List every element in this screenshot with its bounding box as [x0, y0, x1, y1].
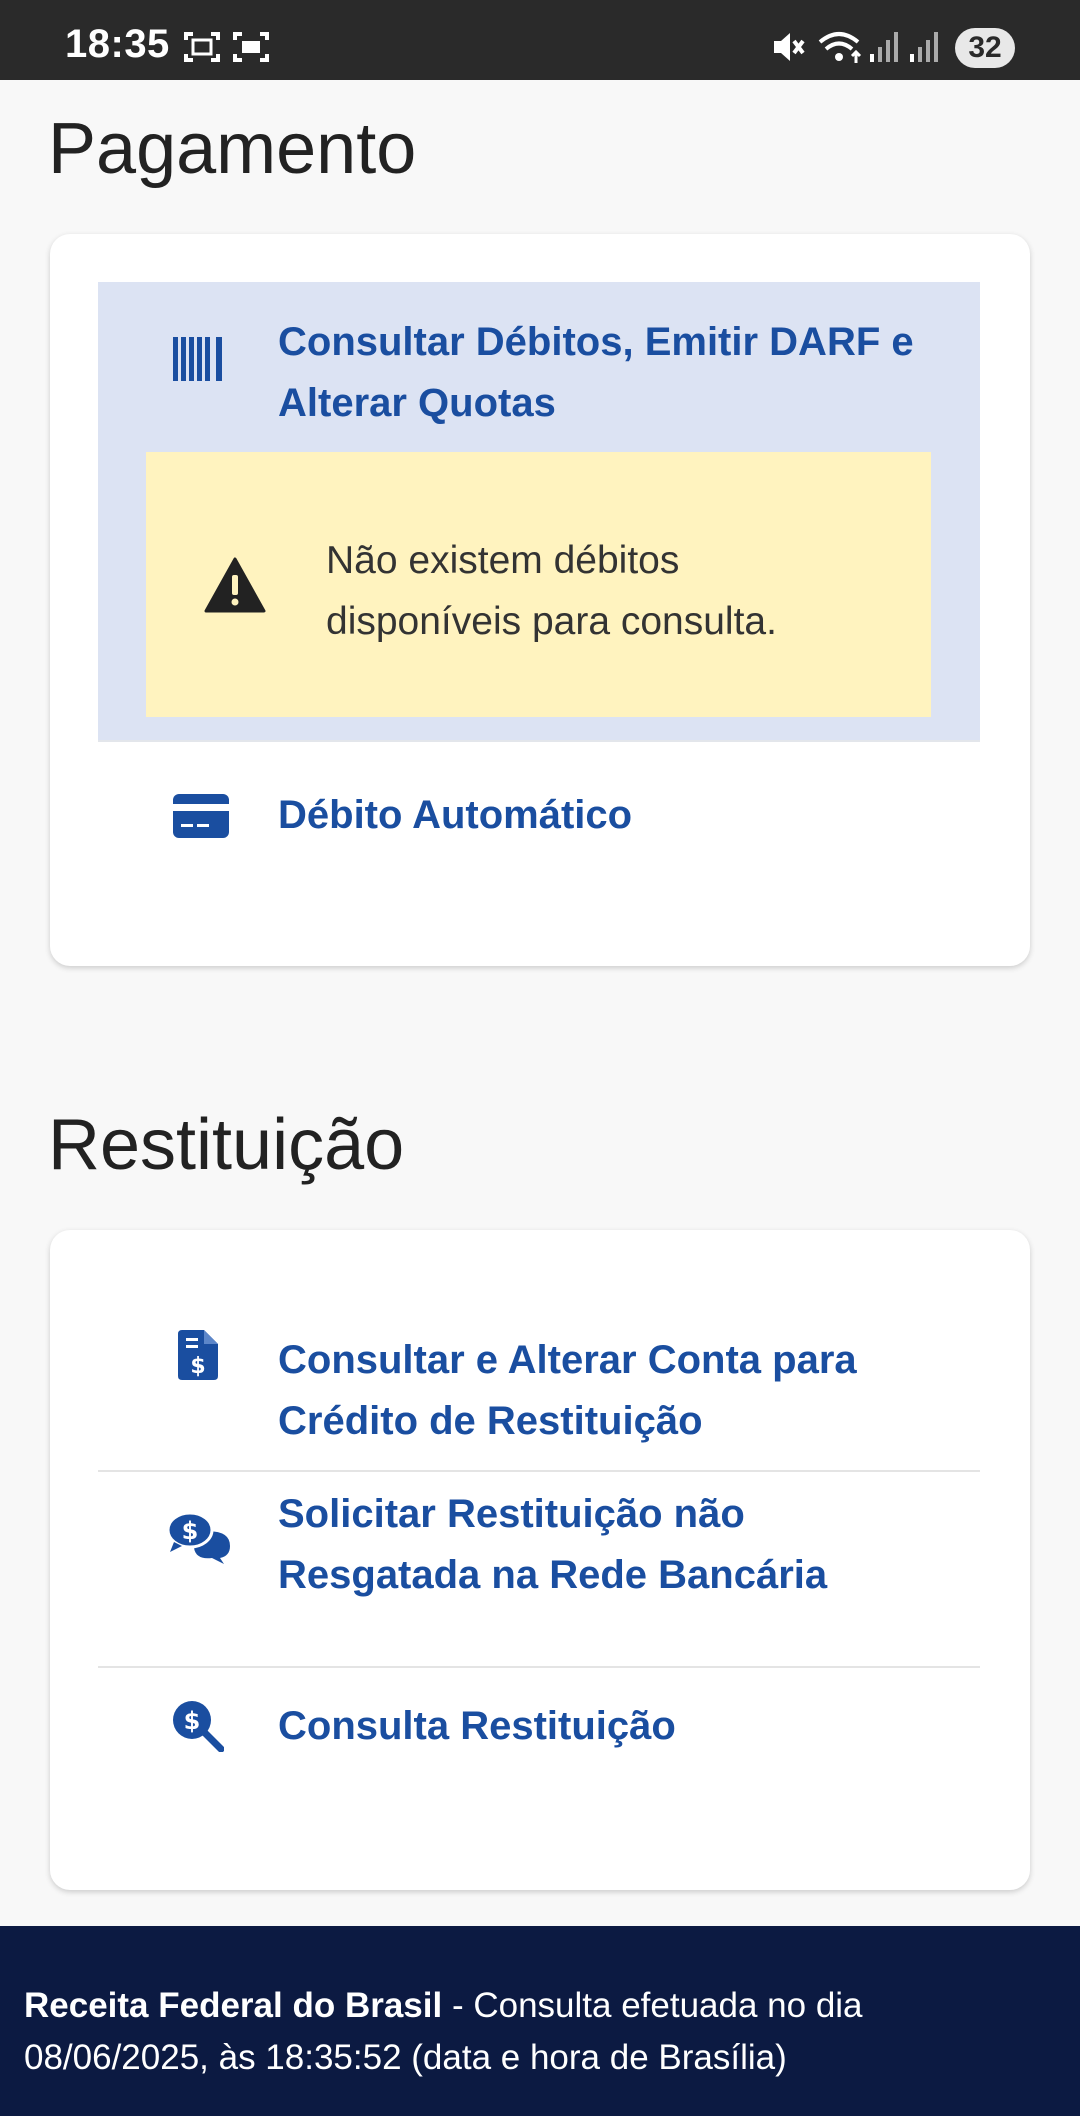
warning-icon	[204, 557, 266, 613]
refund-card: $ Consultar e Alterar Conta para Crédito…	[50, 1230, 1030, 1890]
consult-refund-label: Consulta Restituição	[278, 1704, 676, 1748]
svg-text:$: $	[190, 1354, 205, 1379]
barcode-icon	[173, 337, 222, 381]
signal-icon	[870, 32, 898, 62]
section-title-refund: Restituição	[48, 1105, 405, 1185]
svg-text:$: $	[184, 1707, 201, 1735]
no-debits-alert: Não existem débitos disponíveis para con…	[146, 452, 931, 717]
alert-message: Não existem débitos disponíveis para con…	[326, 539, 777, 643]
payment-card: Consultar Débitos, Emitir DARF e Alterar…	[50, 234, 1030, 966]
credit-card-icon	[173, 794, 229, 838]
unclaimed-refund-label: Solicitar Restituição não Resgatada na R…	[278, 1492, 828, 1597]
footer-text: Receita Federal do Brasil - Consulta efe…	[24, 1980, 1054, 2084]
refund-account-item[interactable]: $ Consultar e Alterar Conta para Crédito…	[98, 1270, 980, 1470]
screenshot-icon	[184, 32, 220, 62]
svg-text:$: $	[182, 1517, 199, 1545]
consult-debits-label: Consultar Débitos, Emitir DARF e Alterar…	[278, 320, 914, 425]
section-title-payment: Pagamento	[48, 109, 417, 189]
consult-debits-item[interactable]: Consultar Débitos, Emitir DARF e Alterar…	[98, 282, 980, 742]
refund-account-label: Consultar e Alterar Conta para Crédito d…	[278, 1338, 857, 1443]
screen-record-icon	[233, 32, 269, 62]
chat-dollar-icon: $	[168, 1512, 230, 1564]
signal-icon	[910, 32, 938, 62]
document-dollar-icon: $	[178, 1330, 218, 1380]
wifi-icon	[818, 32, 862, 63]
automatic-debit-label: Débito Automático	[278, 793, 633, 837]
status-bar: 18:35 32	[0, 0, 1080, 80]
consult-refund-item[interactable]: $ Consulta Restituição	[98, 1668, 980, 1818]
footer-org: Receita Federal do Brasil	[24, 1986, 443, 2025]
battery-indicator: 32	[955, 28, 1015, 68]
mute-icon	[774, 33, 805, 61]
search-dollar-icon: $	[173, 1701, 224, 1752]
status-time: 18:35	[65, 22, 170, 66]
unclaimed-refund-item[interactable]: $ Solicitar Restituição não Resgatada na…	[98, 1472, 980, 1666]
automatic-debit-item[interactable]: Débito Automático	[98, 742, 980, 892]
footer: Receita Federal do Brasil - Consulta efe…	[0, 1926, 1080, 2116]
